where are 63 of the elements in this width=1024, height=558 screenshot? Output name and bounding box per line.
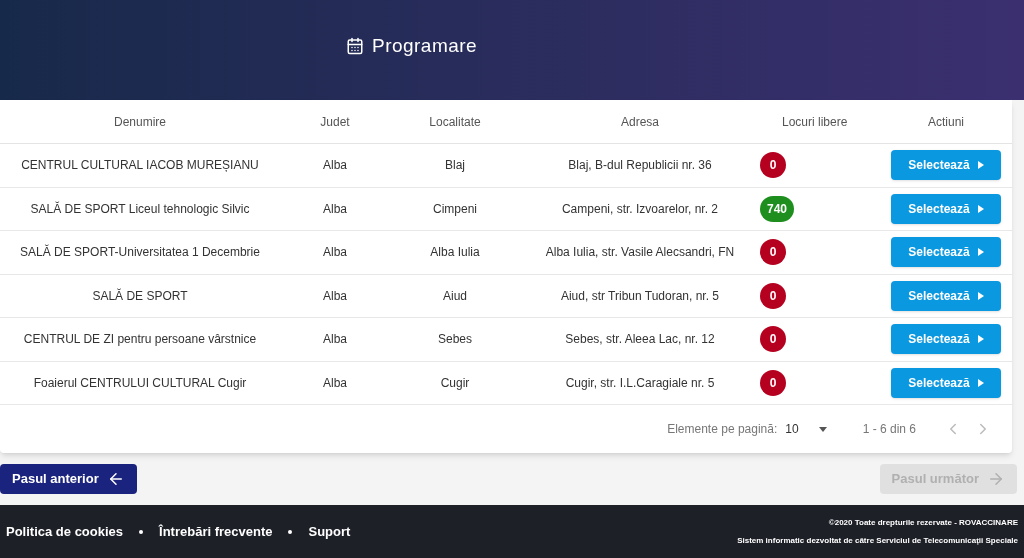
table-cell: Foaierul CENTRULUI CULTURAL Cugir <box>33 375 247 390</box>
table-cell: Cugir <box>440 375 470 390</box>
arrow-right-icon <box>987 470 1005 488</box>
select-button[interactable]: Selectează <box>891 324 1001 355</box>
column-header: Locuri libere <box>782 114 848 129</box>
caret-right-icon <box>977 291 984 300</box>
page-range: 1 - 6 din 6 <box>862 421 916 438</box>
dropdown-caret-icon <box>818 426 827 432</box>
table-cell: Sebes <box>438 332 472 347</box>
caret-right-icon <box>977 204 984 213</box>
table-cell: Aiud, str Tribun Tudoran, nr. 5 <box>560 288 720 303</box>
table-cell: Alba <box>323 288 347 303</box>
caret-right-icon <box>977 248 984 257</box>
footer-link[interactable]: Suport <box>308 521 351 542</box>
table-cell: Sebes, str. Aleea Lac, nr. 12 <box>565 332 715 347</box>
column-header: Judet <box>320 114 350 129</box>
table-cell: CENTRUL CULTURAL IACOB MUREȘIANU <box>21 158 259 173</box>
free-seats-badge: 740 <box>760 195 795 222</box>
credit-text: Sistem informatic dezvoltat de către Serviciul de Telecomunicații Speciale <box>737 534 1018 547</box>
bullet-separator <box>139 529 144 534</box>
page-size-label: Elemente pe pagină: <box>667 421 778 438</box>
free-seats-badge: 0 <box>760 326 786 353</box>
page-size-select[interactable]: 10 <box>785 420 827 438</box>
footer-link[interactable]: Întrebări frecvente <box>159 521 273 542</box>
table-cell: Campeni, str. Izvoarelor, nr. 2 <box>561 201 719 216</box>
column-header: Adresa <box>621 114 659 129</box>
caret-right-icon <box>977 378 984 387</box>
free-seats-badge: 0 <box>760 239 786 266</box>
select-button[interactable]: Selectează <box>891 280 1001 311</box>
table-cell: Cimpeni <box>433 201 477 216</box>
free-seats-badge: 0 <box>760 369 786 396</box>
caret-right-icon <box>977 161 984 170</box>
free-seats-badge: 0 <box>760 282 786 309</box>
table-cell: Blaj, B-dul Republicii nr. 36 <box>568 158 712 173</box>
table-cell: Alba <box>323 245 347 260</box>
calendar-icon <box>346 37 364 55</box>
select-button[interactable]: Selectează <box>891 193 1001 224</box>
table-cell: CENTRUL DE ZI pentru persoane vârstnice <box>23 332 257 347</box>
select-button[interactable]: Selectează <box>891 367 1001 398</box>
select-button[interactable]: Selectează <box>891 237 1001 268</box>
table-cell: Alba <box>323 201 347 216</box>
caret-right-icon <box>977 335 984 344</box>
column-header: Denumire <box>114 114 166 129</box>
table-cell: Alba <box>323 375 347 390</box>
table-cell: Aiud <box>443 288 467 303</box>
column-header: Actiuni <box>928 114 964 129</box>
table-cell: Cugir, str. I.L.Caragiale nr. 5 <box>565 375 715 390</box>
free-seats-badge: 0 <box>760 152 786 179</box>
column-header: Localitate <box>429 114 481 129</box>
table-cell: SALĂ DE SPORT Liceul tehnologic Silvic <box>30 201 250 216</box>
table-cell: Blaj <box>445 158 465 173</box>
table-cell: Alba <box>323 158 347 173</box>
table-cell: Alba Iulia, str. Vasile Alecsandri, FN <box>545 245 735 260</box>
select-button[interactable]: Selectează <box>891 150 1001 181</box>
copyright-text: ©2020 Toate drepturile rezervate - ROVACCINARE <box>828 516 1018 529</box>
table-cell: SALĂ DE SPORT-Universitatea 1 Decembrie <box>20 245 260 260</box>
bullet-separator <box>288 529 293 534</box>
table-cell: Alba <box>323 332 347 347</box>
page-title: Programare <box>372 33 478 58</box>
table-cell: SALĂ DE SPORT <box>92 288 188 303</box>
previous-step-button[interactable]: Pasul anterior <box>0 464 137 494</box>
footer-link[interactable]: Politica de cookies <box>6 521 124 542</box>
table-cell: Alba Iulia <box>430 245 480 260</box>
